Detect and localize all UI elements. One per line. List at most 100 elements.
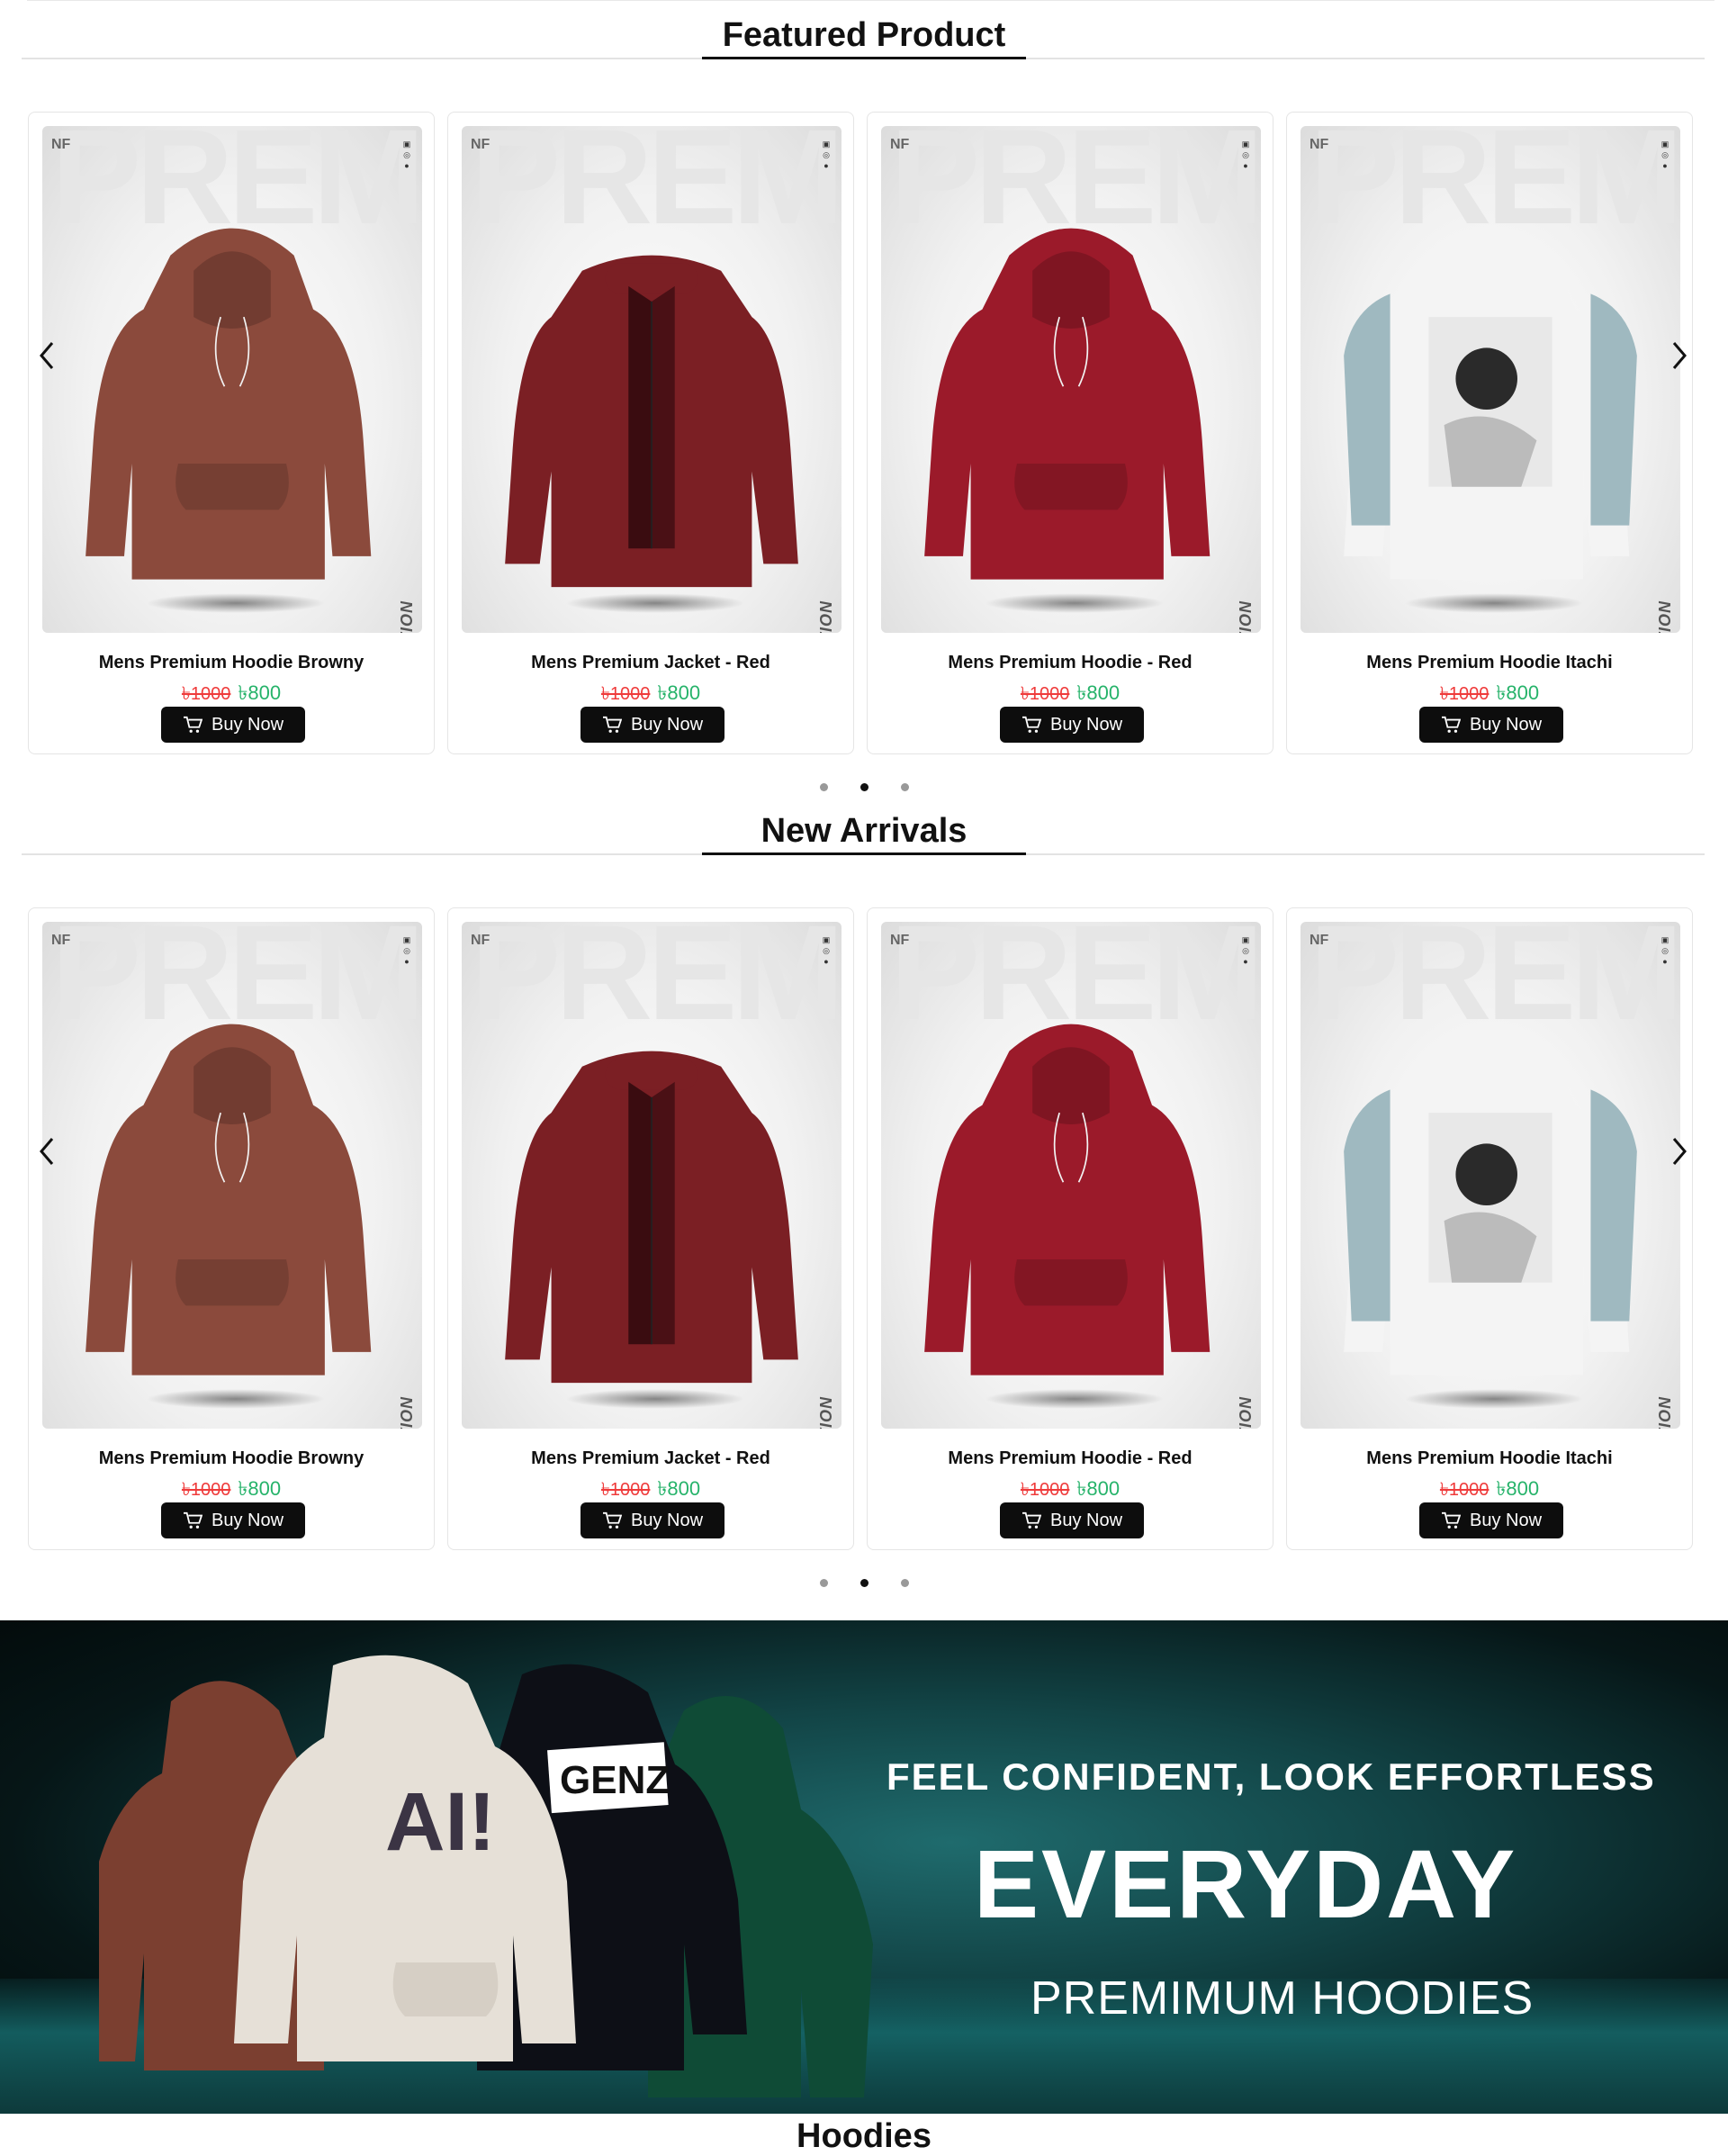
promo-banner[interactable]: GENZ AI! FEEL CONFIDENT, LOOK EFFORTLESS…	[0, 1620, 1728, 2114]
hoodies-section-title: Hoodies	[796, 2117, 932, 2155]
edition-label: PREMIUM EDITION	[817, 600, 836, 633]
sale-price: ৳800	[1496, 681, 1540, 704]
carousel-dot[interactable]	[900, 1579, 909, 1587]
cart-icon	[602, 716, 622, 733]
product-name[interactable]: Mens Premium Jacket - Red	[448, 1448, 853, 1469]
buy-now-label: Buy Now	[630, 714, 704, 735]
carousel-dots	[0, 1575, 1728, 1592]
next-arrow-icon[interactable]	[1661, 1129, 1697, 1174]
product-image	[505, 255, 798, 588]
product-image	[86, 1024, 372, 1376]
product-image	[924, 1024, 1210, 1376]
product-name[interactable]: Mens Premium Hoodie - Red	[868, 653, 1273, 673]
old-price: ৳1000	[600, 684, 651, 704]
product-card[interactable]: PREMIU NF ▣◎● PREMIUM EDITION Mens Premi…	[1286, 907, 1693, 1550]
banner-tagline: FEEL CONFIDENT, LOOK EFFORTLESS	[886, 1755, 1656, 1798]
edition-label: PREMIUM EDITION	[1656, 1396, 1675, 1429]
product-thumbnail[interactable]: PREMIU NF ▣◎● PREMIUM EDITION	[1300, 922, 1680, 1429]
brand-logo: NF	[51, 933, 71, 948]
edition-label: PREMIUM EDITION	[398, 1396, 417, 1429]
product-card[interactable]: PREMIU NF ▣◎● PREMIUM EDITION Mens Premi…	[867, 907, 1274, 1550]
product-cards: PREMIU NF ▣◎● PREMIUM EDITION Mens Premi…	[28, 907, 1693, 1550]
edition-label: PREMIUM EDITION	[1237, 1396, 1256, 1429]
brand-logo: NF	[890, 933, 910, 948]
brand-logo: NF	[1310, 137, 1329, 152]
genz-print: GENZ	[560, 1758, 670, 1802]
cart-icon	[602, 1511, 622, 1529]
product-card[interactable]: PREMIU NF ▣◎● PREMIUM EDITION Mens Premi…	[867, 112, 1274, 754]
social-icons: ▣ ◎ ●	[1241, 140, 1250, 170]
sale-price: ৳800	[1076, 681, 1120, 704]
carousel-dot[interactable]	[900, 783, 909, 791]
buy-now-button[interactable]: Buy Now	[1000, 1502, 1144, 1538]
product-card[interactable]: PREMIU NF ▣◎● PREMIUM EDITION Mens Premi…	[28, 907, 435, 1550]
product-thumbnail[interactable]: PREMIU NF ▣◎● PREMIUM EDITION	[462, 126, 842, 633]
buy-now-button[interactable]: Buy Now	[1000, 707, 1144, 743]
product-name[interactable]: Mens Premium Hoodie Itachi	[1287, 1448, 1692, 1469]
product-thumbnail[interactable]: PREMIU NF ▣◎● PREMIUM EDITION	[881, 922, 1261, 1429]
carousel-dot[interactable]	[819, 783, 828, 791]
product-image	[86, 228, 372, 580]
buy-now-label: Buy Now	[1469, 1510, 1543, 1530]
carousel-dot[interactable]	[819, 1579, 828, 1587]
social-icons: ▣ ◎ ●	[1660, 935, 1670, 966]
buy-now-button[interactable]: Buy Now	[161, 707, 305, 743]
product-thumbnail[interactable]: PREMIU NF ▣◎● PREMIUM EDITION	[1300, 126, 1680, 633]
buy-now-button[interactable]: Buy Now	[1419, 1502, 1563, 1538]
carousel-dot[interactable]	[860, 783, 868, 791]
sale-price: ৳800	[1076, 1477, 1120, 1500]
product-card[interactable]: PREMIU NF ▣◎● PREMIUM EDITION Mens Premi…	[447, 112, 854, 754]
buy-now-button[interactable]: Buy Now	[161, 1502, 305, 1538]
buy-now-button[interactable]: Buy Now	[1419, 707, 1563, 743]
buy-now-button[interactable]: Buy Now	[580, 707, 724, 743]
featured-section: Featured Product PREMIU NF ▣◎● PREMIUM E…	[0, 0, 1728, 791]
prev-arrow-icon[interactable]	[29, 1129, 65, 1174]
product-thumbnail[interactable]: PREMIU NF ▣◎● PREMIUM EDITION	[42, 126, 422, 633]
product-shadow	[146, 1389, 326, 1409]
product-thumbnail[interactable]: PREMIU NF ▣◎● PREMIUM EDITION	[462, 922, 842, 1429]
old-price: ৳1000	[1439, 1480, 1490, 1500]
product-name[interactable]: Mens Premium Jacket - Red	[448, 653, 853, 673]
product-shadow	[985, 593, 1165, 613]
cart-icon	[183, 716, 202, 733]
product-card[interactable]: PREMIU NF ▣◎● PREMIUM EDITION Mens Premi…	[1286, 112, 1693, 754]
ai-print: AI!	[385, 1776, 496, 1868]
product-shadow	[146, 593, 326, 613]
product-card[interactable]: PREMIU NF ▣◎● PREMIUM EDITION Mens Premi…	[447, 907, 854, 1550]
old-price: ৳1000	[181, 1480, 231, 1500]
social-icons: ▣ ◎ ●	[402, 935, 411, 966]
new-arrivals-carousel: PREMIU NF ▣◎● PREMIUM EDITION Mens Premi…	[0, 796, 1728, 1587]
product-name[interactable]: Mens Premium Hoodie - Red	[868, 1448, 1273, 1469]
cart-icon	[1441, 1511, 1461, 1529]
product-card[interactable]: PREMIU NF ▣◎● PREMIUM EDITION Mens Premi…	[28, 112, 435, 754]
brand-logo: NF	[890, 137, 910, 152]
brand-logo: NF	[471, 933, 490, 948]
product-name[interactable]: Mens Premium Hoodie Browny	[29, 653, 434, 673]
buy-now-label: Buy Now	[1049, 714, 1123, 735]
product-name[interactable]: Mens Premium Hoodie Itachi	[1287, 653, 1692, 673]
social-icons: ▣ ◎ ●	[822, 935, 831, 966]
carousel-dot[interactable]	[860, 1579, 868, 1587]
product-cards: PREMIU NF ▣◎● PREMIUM EDITION Mens Premi…	[28, 112, 1693, 754]
old-price: ৳1000	[1439, 684, 1490, 704]
old-price: ৳1000	[1020, 1480, 1070, 1500]
product-image	[1344, 231, 1637, 580]
product-thumbnail[interactable]: PREMIU NF ▣◎● PREMIUM EDITION	[881, 126, 1261, 633]
sale-price: ৳800	[657, 1477, 701, 1500]
product-image	[1344, 1027, 1637, 1376]
old-price: ৳1000	[181, 684, 231, 704]
buy-now-label: Buy Now	[630, 1510, 704, 1530]
prev-arrow-icon[interactable]	[29, 333, 65, 378]
product-image	[924, 228, 1210, 580]
new-arrivals-section: New Arrivals PREMIU NF ▣◎● PREMIUM EDITI…	[0, 796, 1728, 1587]
next-arrow-icon[interactable]	[1661, 333, 1697, 378]
carousel-dots	[0, 780, 1728, 796]
buy-now-button[interactable]: Buy Now	[580, 1502, 724, 1538]
banner-subline: PREMIMUM HOODIES	[1030, 1972, 1534, 2025]
social-icons: ▣ ◎ ●	[1241, 935, 1250, 966]
cart-icon	[1441, 716, 1461, 733]
product-name[interactable]: Mens Premium Hoodie Browny	[29, 1448, 434, 1469]
product-thumbnail[interactable]: PREMIU NF ▣◎● PREMIUM EDITION	[42, 922, 422, 1429]
edition-label: PREMIUM EDITION	[817, 1396, 836, 1429]
sale-price: ৳800	[238, 1477, 282, 1500]
